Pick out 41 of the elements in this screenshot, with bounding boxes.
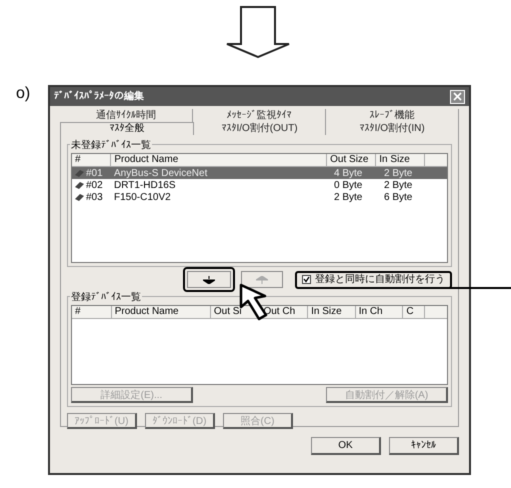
column-header[interactable]: In Size	[376, 154, 426, 167]
table-cell-text: AnyBus-S DeviceNet	[114, 166, 208, 180]
table-cell-text: 2 Byte	[334, 190, 362, 204]
column-header[interactable]: #	[72, 154, 112, 167]
column-header[interactable]: Product Name	[111, 154, 328, 167]
table-cell-text: DRT1-HD16S	[114, 178, 176, 192]
table-cell-text: #02	[86, 178, 103, 192]
down-arrow-drawing	[225, 6, 291, 58]
arrow-down-icon	[203, 276, 215, 284]
column-header[interactable]: Out Size	[327, 154, 376, 167]
table-cell-text: 4 Byte	[334, 166, 362, 180]
close-button[interactable]	[450, 90, 465, 104]
list-row[interactable]: #01 AnyBus-S DeviceNet 4 Byte 2 Byte	[72, 167, 447, 179]
table-cell-text: #03	[86, 190, 103, 204]
device-icon	[74, 192, 85, 202]
arrow-up-icon	[256, 276, 268, 284]
move-button[interactable]	[187, 271, 231, 288]
column-header[interactable]: In Ch	[356, 306, 404, 319]
list-row[interactable]: #02 DRT1-HD16S 0 Byte 2 Byte	[72, 179, 447, 191]
column-header	[425, 306, 447, 319]
table-cell-text: 0 Byte	[334, 178, 362, 192]
column-header[interactable]: In Size	[308, 306, 356, 319]
table-cell-text: 2 Byte	[384, 178, 412, 192]
table-cell-text: #01	[86, 166, 103, 180]
table-cell-text: 6 Byte	[384, 190, 412, 204]
column-header[interactable]: #	[72, 306, 112, 319]
window-title: ﾃﾞﾊﾞｲｽﾊﾟﾗﾒｰﾀの編集	[54, 89, 144, 104]
column-header[interactable]: Product Name	[112, 306, 211, 319]
table-cell-text: 2 Byte	[384, 166, 412, 180]
table-cell-text: F150-C10V2	[114, 190, 171, 204]
close-icon	[453, 92, 462, 101]
button[interactable]: OK	[311, 437, 381, 455]
column-header	[425, 154, 447, 167]
button[interactable]: ｷｬﾝｾﾙ	[389, 437, 459, 455]
column-header[interactable]: C	[403, 306, 426, 319]
check-icon	[303, 276, 310, 283]
step-label: o)	[16, 84, 30, 104]
checkbox-label[interactable]: 登録と同時に自動割付を行う	[315, 272, 445, 287]
tab[interactable]: ﾏｽﾀ全般	[60, 122, 194, 135]
checkbox[interactable]	[302, 275, 311, 284]
list-row[interactable]: #03 F150-C10V2 2 Byte 6 Byte	[72, 191, 447, 203]
